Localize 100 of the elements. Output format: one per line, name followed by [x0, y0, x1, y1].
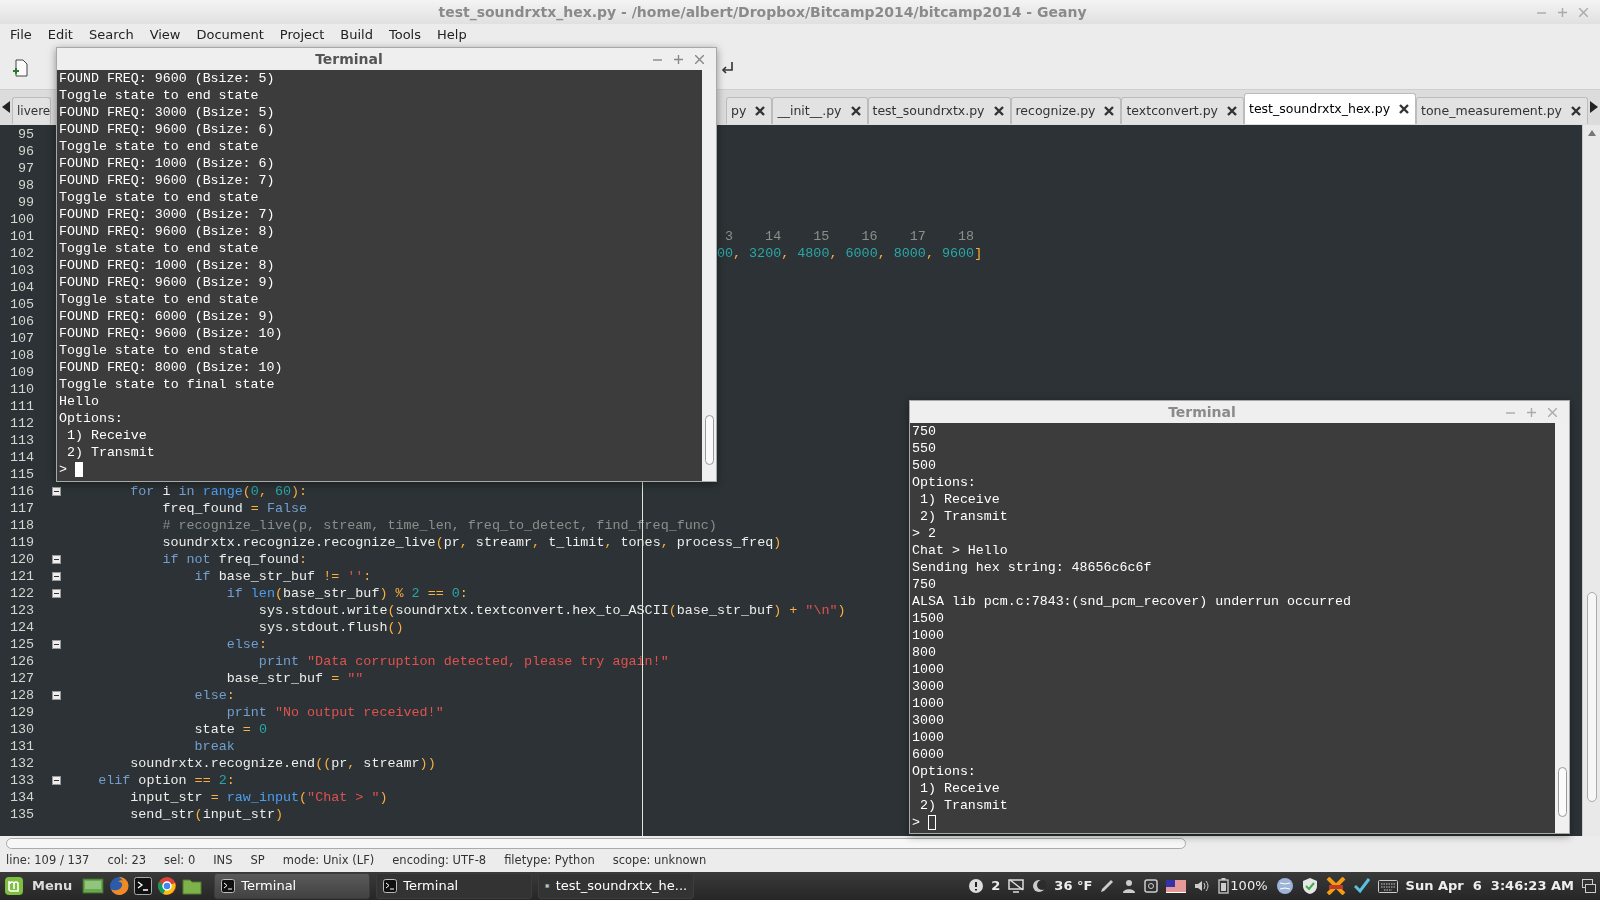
battery-icon[interactable]: [1218, 878, 1231, 894]
close-icon[interactable]: [1399, 104, 1410, 114]
scrollbar[interactable]: [1582, 125, 1600, 836]
terminal-icon[interactable]: [134, 877, 153, 895]
tab[interactable]: textconvert.py: [1121, 97, 1244, 124]
scrollbar-thumb[interactable]: [1586, 592, 1597, 802]
fold-toggle-icon[interactable]: [51, 555, 61, 564]
menu-item[interactable]: File: [2, 25, 40, 45]
terminal-line: Options:: [912, 474, 976, 491]
line-number: 114: [8, 449, 35, 466]
terminal-line: 1) Receive: [65, 427, 147, 444]
moon-icon[interactable]: [1032, 879, 1047, 893]
right-arrow-icon[interactable]: [1590, 101, 1598, 113]
browser-icon[interactable]: [109, 876, 130, 896]
return-icon[interactable]: [720, 59, 736, 76]
check-icon[interactable]: [1353, 878, 1370, 894]
taskbar-button[interactable]: test_soundrxtx_he...: [538, 873, 695, 899]
terminal-line: FOUND FREQ: 1000 (Bsize: 8): [59, 257, 275, 274]
terminal-line: 3000: [912, 712, 944, 729]
terminal-line: >: [59, 461, 67, 478]
scrollbar[interactable]: [702, 70, 716, 481]
fold-toggle-icon[interactable]: [51, 691, 61, 700]
pen-icon[interactable]: [1100, 879, 1115, 893]
keyboard-icon[interactable]: [1377, 879, 1398, 893]
menu-item[interactable]: Tools: [380, 25, 429, 45]
terminal-line: FOUND FREQ: 9600 (Bsize: 8): [59, 223, 275, 240]
tab[interactable]: test_soundrxtx_hex.py: [1244, 93, 1417, 124]
line-number: 119: [8, 534, 35, 551]
tab[interactable]: tone_measurement.py: [1416, 97, 1588, 124]
fold-toggle-icon[interactable]: [51, 640, 61, 649]
tab[interactable]: py: [726, 97, 773, 124]
line-number: 102: [8, 245, 35, 262]
display-icon[interactable]: [1008, 879, 1025, 893]
volume-icon[interactable]: [1194, 879, 1211, 893]
maximize-icon[interactable]: [674, 54, 683, 64]
left-arrow-icon[interactable]: [2, 101, 10, 113]
up-arrow-icon[interactable]: [1587, 130, 1596, 136]
menu-item[interactable]: Project: [271, 25, 333, 45]
tab[interactable]: test_soundrxtx.py: [867, 97, 1011, 124]
folder-icon[interactable]: [182, 877, 203, 895]
terminal-line: Sending hex string: 48656c6c6f: [912, 559, 1152, 576]
line-number: 121: [8, 568, 35, 585]
close-icon[interactable]: [850, 106, 861, 116]
line-number: 113: [8, 432, 35, 449]
flag-icon[interactable]: [1166, 879, 1187, 893]
fold-toggle-icon[interactable]: [51, 572, 61, 581]
line-number: 117: [8, 500, 35, 517]
line-number: 109: [8, 364, 35, 381]
line-number: 134: [8, 789, 35, 806]
browser-icon[interactable]: [157, 876, 178, 896]
user-icon[interactable]: [1122, 879, 1137, 893]
status-item: filetype: Python: [504, 852, 595, 870]
menu-item[interactable]: Build: [332, 25, 381, 45]
window-title: Terminal: [1167, 402, 1237, 422]
globe-icon[interactable]: [1275, 877, 1294, 895]
alert-icon[interactable]: [969, 879, 984, 893]
line-number: 96: [16, 143, 35, 160]
line-number: 123: [8, 602, 35, 619]
taskbar-button[interactable]: Terminal: [376, 873, 533, 899]
close-icon[interactable]: [1227, 106, 1237, 116]
close-icon[interactable]: [993, 106, 1004, 116]
window-list-icon[interactable]: [1582, 879, 1596, 893]
line-number: 122: [8, 585, 35, 602]
line-number: 135: [8, 806, 35, 823]
desktop-icon[interactable]: [82, 876, 105, 896]
fold-toggle-icon[interactable]: [51, 776, 61, 785]
terminal-line: FOUND FREQ: 9600 (Bsize: 9): [59, 274, 275, 291]
scrollbar[interactable]: [1555, 423, 1569, 833]
fold-toggle-icon[interactable]: [51, 589, 61, 598]
menu-item[interactable]: Edit: [39, 25, 81, 45]
alert-count: 2: [991, 877, 1001, 896]
terminal-line: 2) Transmit: [918, 508, 1008, 525]
menu-item[interactable]: View: [141, 25, 189, 45]
menu-button[interactable]: Menu: [0, 876, 83, 896]
line-number: 106: [8, 313, 35, 330]
tab[interactable]: __init__.py: [772, 97, 868, 124]
terminal-line: 1000: [912, 661, 944, 678]
close-icon[interactable]: [1571, 106, 1581, 116]
menu-item[interactable]: Search: [80, 25, 142, 45]
taskbar-button[interactable]: Terminal: [214, 873, 371, 899]
fold-toggle-icon[interactable]: [51, 487, 61, 496]
line-number: 107: [8, 330, 35, 347]
scrollbar[interactable]: [6, 837, 1186, 849]
line-number: 116: [8, 483, 35, 500]
terminal-line: FOUND FREQ: 8000 (Bsize: 10): [59, 359, 283, 376]
line-number: 108: [8, 347, 35, 364]
close-icon[interactable]: [755, 106, 766, 116]
code-line: soundrxtx.recognize.end((pr, streamr)): [130, 756, 436, 771]
menu-item[interactable]: Help: [429, 25, 475, 45]
tab[interactable]: livere: [12, 97, 52, 124]
window-title: Terminal: [314, 49, 384, 69]
new-file-icon[interactable]: [12, 58, 30, 77]
device-icon[interactable]: [1144, 879, 1159, 893]
status-item: SP: [250, 852, 265, 870]
code-line: if len(base_str_buf) % 2 == 0:: [226, 586, 468, 601]
shield-icon[interactable]: [1301, 877, 1318, 895]
tab[interactable]: recognize.py: [1010, 97, 1122, 124]
menu-item[interactable]: Document: [188, 25, 272, 45]
line-number: 104: [8, 279, 35, 296]
close-icon[interactable]: [1104, 106, 1115, 116]
